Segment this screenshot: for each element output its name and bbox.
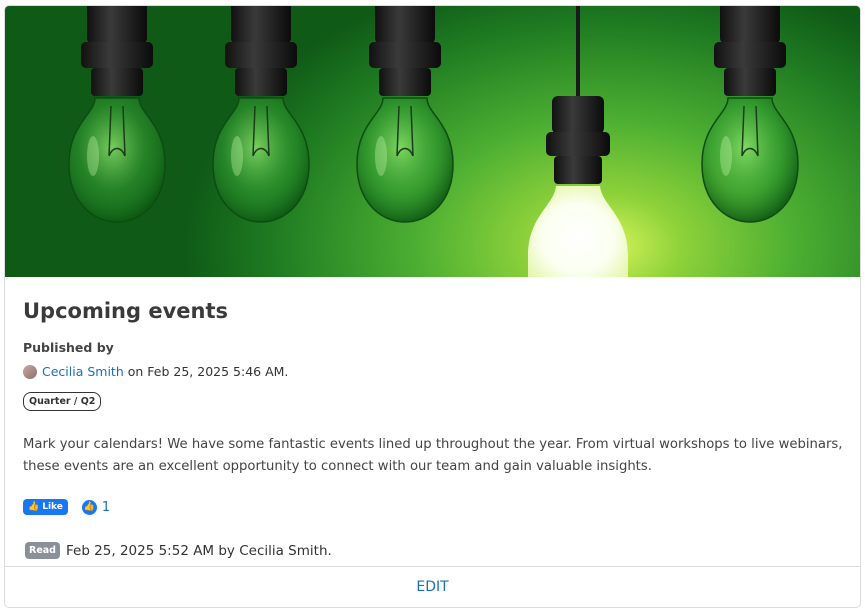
- post-card: Upcoming events Published by Cecilia Smi…: [4, 5, 861, 608]
- post-description: Mark your calendars! We have some fantas…: [23, 437, 843, 474]
- author-avatar: [23, 364, 37, 379]
- thumbs-up-icon: 👍: [28, 502, 40, 512]
- like-count[interactable]: 👍 1: [81, 499, 111, 515]
- category-tag[interactable]: Quarter / Q2: [23, 392, 102, 411]
- author-link[interactable]: Cecilia Smith: [42, 364, 124, 379]
- read-status: Read Feb 25, 2025 5:52 AM by Cecilia Smi…: [25, 542, 332, 559]
- like-count-value: 1: [101, 499, 111, 515]
- read-text: Feb 25, 2025 5:52 AM by Cecilia Smith.: [65, 542, 332, 559]
- card-footer: EDIT: [5, 566, 860, 607]
- like-label: Like: [42, 502, 63, 512]
- published-by-label: Published by: [23, 340, 114, 355]
- read-badge: Read: [25, 542, 60, 559]
- lightbulbs-illustration: [68, 6, 799, 277]
- like-button[interactable]: 👍 Like: [23, 499, 68, 515]
- post-title: Upcoming events: [23, 299, 228, 323]
- published-info: Cecilia Smith on Feb 25, 2025 5:46 AM.: [23, 364, 288, 379]
- reactions-bar: 👍 Like 👍 1: [23, 499, 110, 515]
- thumbs-up-icon: 👍: [81, 499, 97, 515]
- hero-image-lightbulbs: [5, 6, 860, 277]
- published-suffix: on Feb 25, 2025 5:46 AM.: [127, 364, 289, 379]
- edit-button[interactable]: EDIT: [416, 579, 448, 595]
